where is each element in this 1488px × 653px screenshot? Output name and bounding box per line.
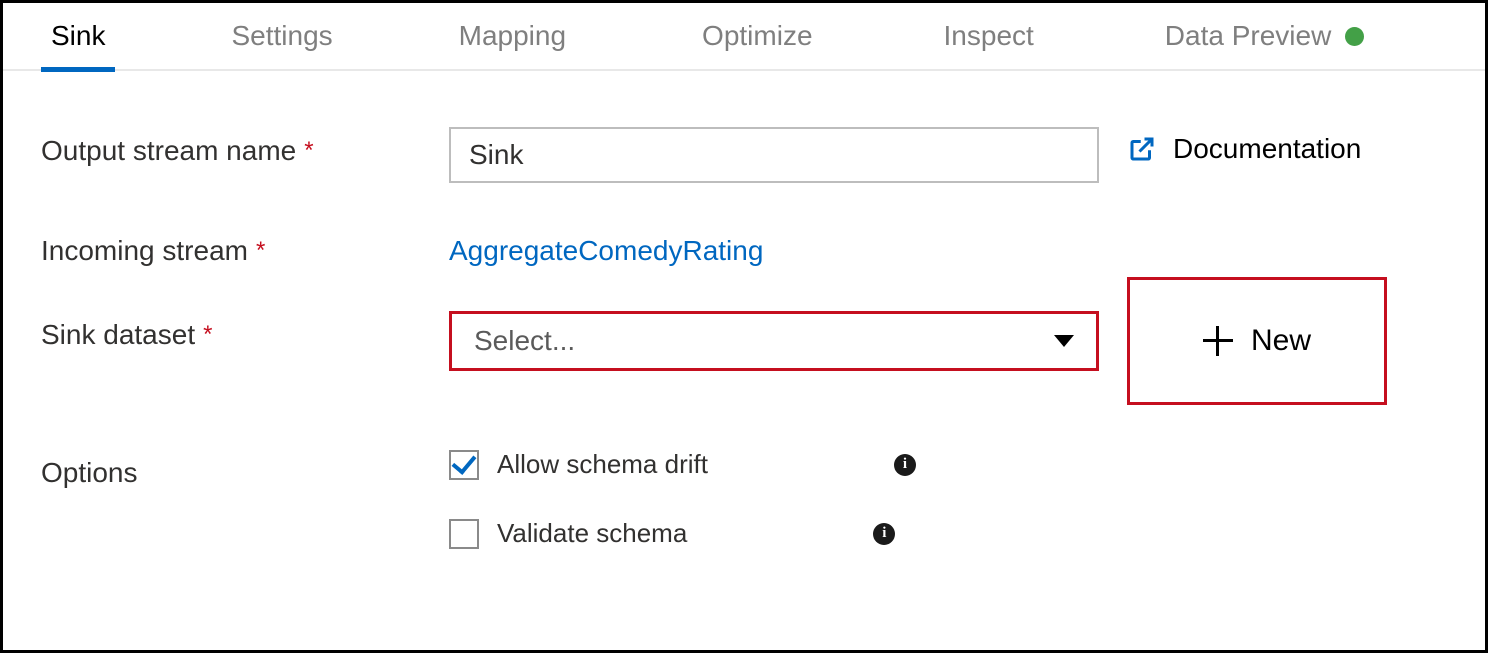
- sink-panel: Sink Settings Mapping Optimize Inspect D…: [0, 0, 1488, 653]
- new-dataset-button[interactable]: New: [1127, 277, 1387, 405]
- output-stream-name-label-text: Output stream name: [41, 135, 296, 167]
- output-stream-name-label: Output stream name *: [41, 127, 421, 167]
- documentation-link[interactable]: Documentation: [1127, 127, 1447, 165]
- output-stream-name-input[interactable]: [449, 127, 1099, 183]
- tab-mapping[interactable]: Mapping: [441, 2, 584, 70]
- plus-icon: [1203, 326, 1233, 356]
- tab-bar: Sink Settings Mapping Optimize Inspect D…: [3, 3, 1485, 71]
- chevron-down-icon: [1054, 335, 1074, 347]
- sink-dataset-placeholder: Select...: [474, 325, 575, 357]
- incoming-stream-label-text: Incoming stream: [41, 235, 248, 267]
- status-dot-icon: [1345, 27, 1364, 46]
- open-external-icon: [1127, 134, 1157, 164]
- info-icon[interactable]: i: [894, 454, 916, 476]
- new-button-label: New: [1251, 324, 1311, 358]
- required-asterisk: *: [256, 237, 265, 265]
- sink-dataset-label-text: Sink dataset: [41, 319, 195, 351]
- tab-sink[interactable]: Sink: [33, 2, 123, 70]
- allow-schema-drift-label: Allow schema drift: [497, 449, 708, 480]
- documentation-link-label: Documentation: [1173, 133, 1361, 165]
- form-grid: Output stream name * Documentation Incom…: [3, 71, 1485, 549]
- tab-optimize[interactable]: Optimize: [684, 2, 830, 70]
- sink-dataset-label: Sink dataset *: [41, 311, 421, 351]
- validate-schema-row: Validate schema i: [449, 518, 1099, 549]
- tab-inspect[interactable]: Inspect: [926, 2, 1052, 70]
- sink-dataset-dropdown[interactable]: Select...: [449, 311, 1099, 371]
- allow-schema-drift-row: Allow schema drift i: [449, 449, 1099, 480]
- validate-schema-checkbox[interactable]: [449, 519, 479, 549]
- info-icon[interactable]: i: [873, 523, 895, 545]
- incoming-stream-value[interactable]: AggregateComedyRating: [449, 227, 1099, 267]
- options-block: Allow schema drift i Validate schema i: [449, 449, 1099, 549]
- required-asterisk: *: [304, 137, 313, 165]
- validate-schema-label: Validate schema: [497, 518, 687, 549]
- options-label: Options: [41, 449, 421, 489]
- tab-data-preview-label: Data Preview: [1165, 20, 1332, 52]
- required-asterisk: *: [203, 321, 212, 349]
- incoming-stream-label: Incoming stream *: [41, 227, 421, 267]
- options-label-text: Options: [41, 457, 138, 489]
- allow-schema-drift-checkbox[interactable]: [449, 450, 479, 480]
- tab-data-preview[interactable]: Data Preview: [1147, 2, 1383, 70]
- tab-settings[interactable]: Settings: [213, 2, 350, 70]
